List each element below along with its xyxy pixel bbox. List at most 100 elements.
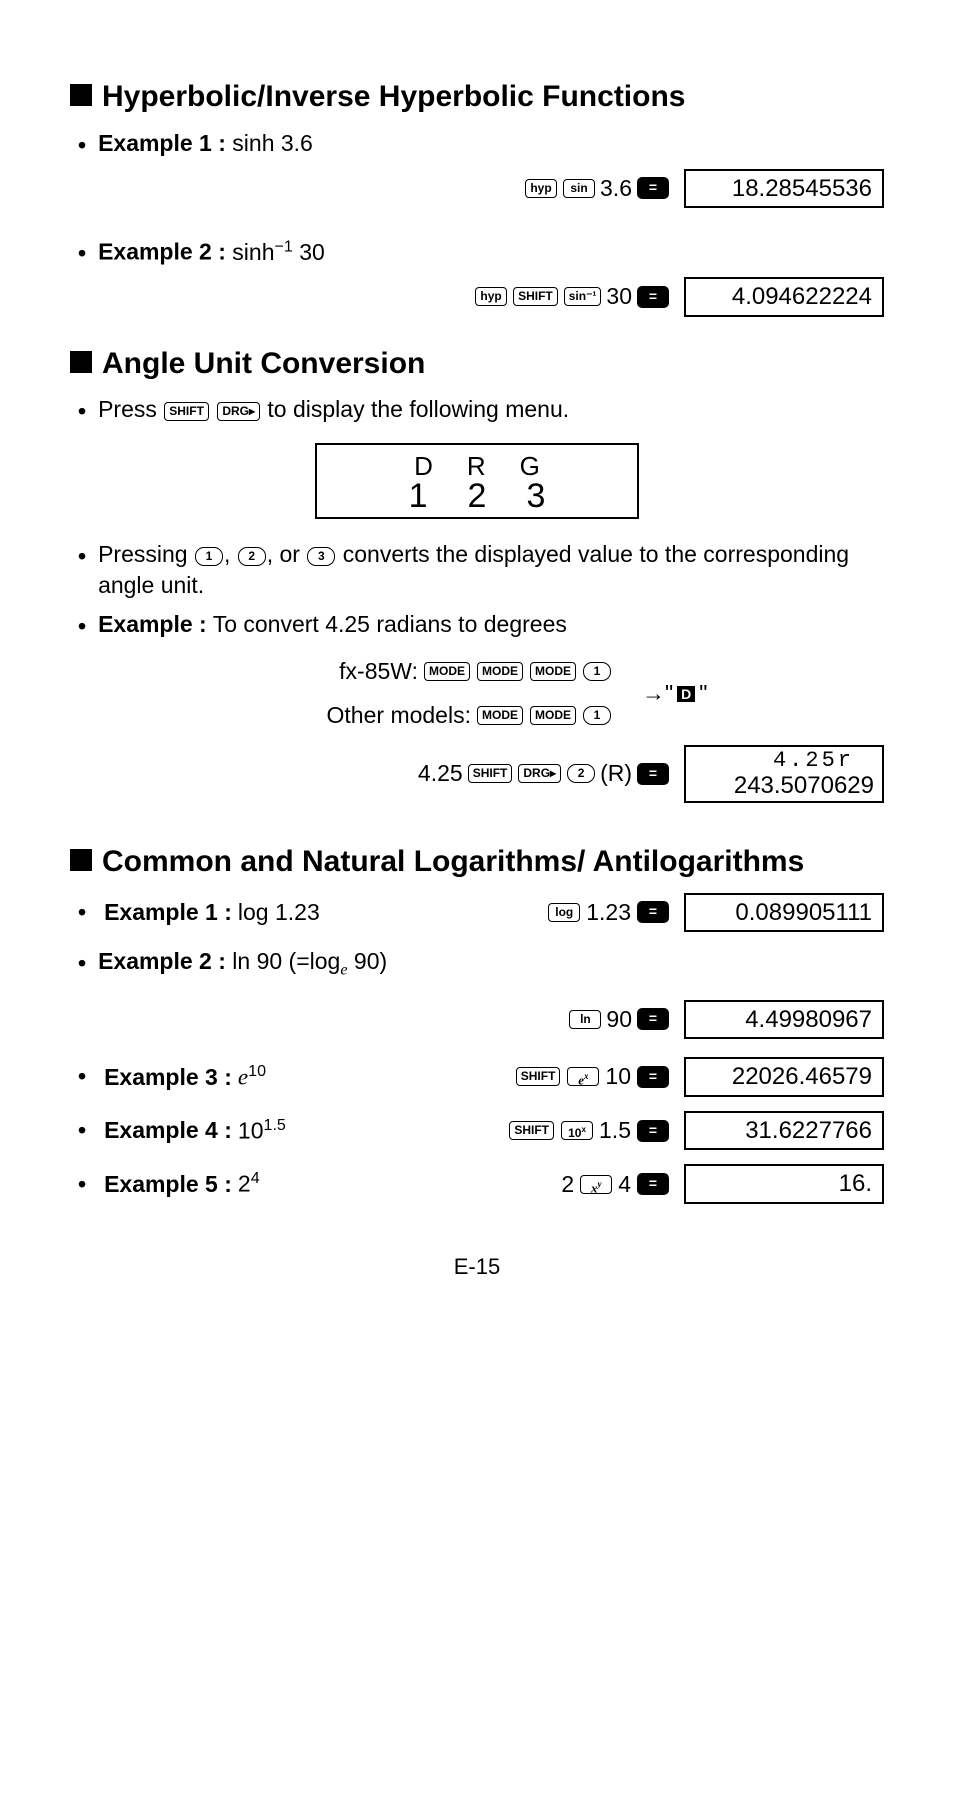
bullet-icon: • xyxy=(78,130,86,161)
execute-key: = xyxy=(637,177,669,199)
keystroke-row: hyp sin 3.6 = 18.28545536 xyxy=(70,169,884,209)
or-text: , or xyxy=(267,541,307,567)
result-lower: 243.5070629 xyxy=(694,773,874,799)
heading-text: Hyperbolic/Inverse Hyperbolic Functions xyxy=(102,78,685,116)
example-problem: e10 xyxy=(238,1061,266,1093)
two-key: 2 xyxy=(567,764,595,783)
page-number: E-15 xyxy=(70,1252,884,1282)
example-1-hyp: • Example 1 : sinh 3.6 xyxy=(78,128,884,161)
execute-key: = xyxy=(637,1120,669,1142)
input-value: 10 xyxy=(605,1061,631,1092)
drg-labels: DRG xyxy=(317,453,637,479)
example-3-log: • Example 3 : e10 SHIFT ex 10 = 22026.46… xyxy=(70,1057,884,1097)
example-5-log: • Example 5 : 24 2 xy 4 = 16. xyxy=(70,1164,884,1204)
one-key: 1 xyxy=(195,547,223,566)
execute-key: = xyxy=(637,1173,669,1195)
keystroke-row: hyp SHIFT sin⁻¹ 30 = 4.094622224 xyxy=(70,277,884,317)
execute-key: = xyxy=(637,1008,669,1030)
example-2-hyp: • Example 2 : sinh−1 30 xyxy=(78,236,884,269)
keystroke-row: 4.25 SHIFT DRG▸ 2 (R) = 4.25r 243.507062… xyxy=(70,745,884,804)
example-label: Example 1 : xyxy=(104,897,232,928)
example-angle: • Example : To convert 4.25 radians to d… xyxy=(78,609,884,642)
input-value: 1.23 xyxy=(586,897,631,928)
input-value: 3.6 xyxy=(600,173,632,204)
shift-key: SHIFT xyxy=(468,764,513,783)
example-4-log: • Example 4 : 101.5 SHIFT 10x 1.5 = 31.6… xyxy=(70,1111,884,1151)
example-problem: sinh 3.6 xyxy=(232,130,313,156)
r-label: (R) xyxy=(600,758,632,789)
bullet-icon: • xyxy=(78,541,86,572)
three-key: 3 xyxy=(307,547,335,566)
input-value: 30 xyxy=(606,281,632,312)
hyp-key: hyp xyxy=(525,179,557,198)
execute-key: = xyxy=(637,763,669,785)
result-display: 0.089905111 xyxy=(684,893,884,933)
bullet-icon: • xyxy=(78,611,86,642)
drg-menu-display: DRG 123 xyxy=(315,443,639,519)
square-bullet-icon xyxy=(70,84,92,106)
input-value: 1.5 xyxy=(599,1115,631,1146)
example-label: Example 2 : xyxy=(98,239,226,265)
heading-text: Common and Natural Logarithms/ Antilogar… xyxy=(102,843,804,881)
press-instruction: • Press SHIFT DRG▸ to display the follow… xyxy=(78,394,884,427)
example-problem: To convert 4.25 radians to degrees xyxy=(213,611,567,637)
shift-key: SHIFT xyxy=(164,402,209,421)
execute-key: = xyxy=(637,1066,669,1088)
ln-key: ln xyxy=(569,1010,601,1029)
d-badge: D xyxy=(677,686,695,702)
example-problem: 24 xyxy=(238,1168,260,1200)
text: to display the following menu. xyxy=(267,396,569,422)
example-label: Example 3 : xyxy=(104,1062,232,1093)
result-display: 16. xyxy=(684,1164,884,1204)
section-heading-hyperbolic: Hyperbolic/Inverse Hyperbolic Functions xyxy=(70,78,884,116)
mode-key: MODE xyxy=(477,706,523,725)
square-bullet-icon xyxy=(70,849,92,871)
two-key: 2 xyxy=(238,547,266,566)
example-label: Example 1 : xyxy=(98,130,226,156)
heading-text: Angle Unit Conversion xyxy=(102,345,425,383)
input-value: 90 xyxy=(606,1004,632,1035)
example-label: Example : xyxy=(98,611,207,637)
sin-inverse-key: sin⁻¹ xyxy=(564,287,602,306)
bullet-icon: • xyxy=(78,1169,86,1200)
example-1-log: • Example 1 : log 1.23 log 1.23 = 0.0899… xyxy=(70,893,884,933)
one-key: 1 xyxy=(583,706,611,725)
mode-sequence-block: fx-85W: MODE MODE MODE 1 Other models: M… xyxy=(150,652,884,734)
tenx-key: 10x xyxy=(561,1121,593,1140)
mode-key: MODE xyxy=(424,662,470,681)
result-display: 31.6227766 xyxy=(684,1111,884,1151)
example-label: Example 4 : xyxy=(104,1115,232,1146)
result-display: 18.28545536 xyxy=(684,169,884,209)
bullet-icon: • xyxy=(78,396,86,427)
drg-numbers: 123 xyxy=(317,479,637,513)
log-key: log xyxy=(548,903,580,922)
bullet-icon: • xyxy=(78,238,86,269)
drg-key: DRG▸ xyxy=(518,764,561,783)
input-value: 2 xyxy=(561,1169,574,1200)
section-heading-angle: Angle Unit Conversion xyxy=(70,345,884,383)
result-display: 4.25r 243.5070629 xyxy=(684,745,884,804)
bullet-icon: • xyxy=(78,897,86,928)
result-display: 4.094622224 xyxy=(684,277,884,317)
shift-key: SHIFT xyxy=(513,287,558,306)
example-problem: 101.5 xyxy=(238,1115,286,1147)
ex-key: ex xyxy=(567,1067,599,1086)
shift-key: SHIFT xyxy=(509,1121,554,1140)
section-heading-log: Common and Natural Logarithms/ Antilogar… xyxy=(70,843,884,881)
drg-key: DRG▸ xyxy=(217,402,260,421)
text: Pressing xyxy=(98,541,194,567)
input-value: 4 xyxy=(618,1169,631,1200)
result-display: 22026.46579 xyxy=(684,1057,884,1097)
bullet-icon: • xyxy=(78,948,86,979)
sin-key: sin xyxy=(563,179,595,198)
execute-key: = xyxy=(637,901,669,923)
fx85w-label: fx-85W: xyxy=(339,656,418,687)
example-problem: ln 90 (=loge 90) xyxy=(232,948,387,974)
square-bullet-icon xyxy=(70,351,92,373)
comma: , xyxy=(224,541,230,567)
input-value: 4.25 xyxy=(418,758,463,789)
mode-key: MODE xyxy=(477,662,523,681)
bullet-icon: • xyxy=(78,1061,86,1092)
other-models-label: Other models: xyxy=(327,700,471,731)
mode-key: MODE xyxy=(530,706,576,725)
